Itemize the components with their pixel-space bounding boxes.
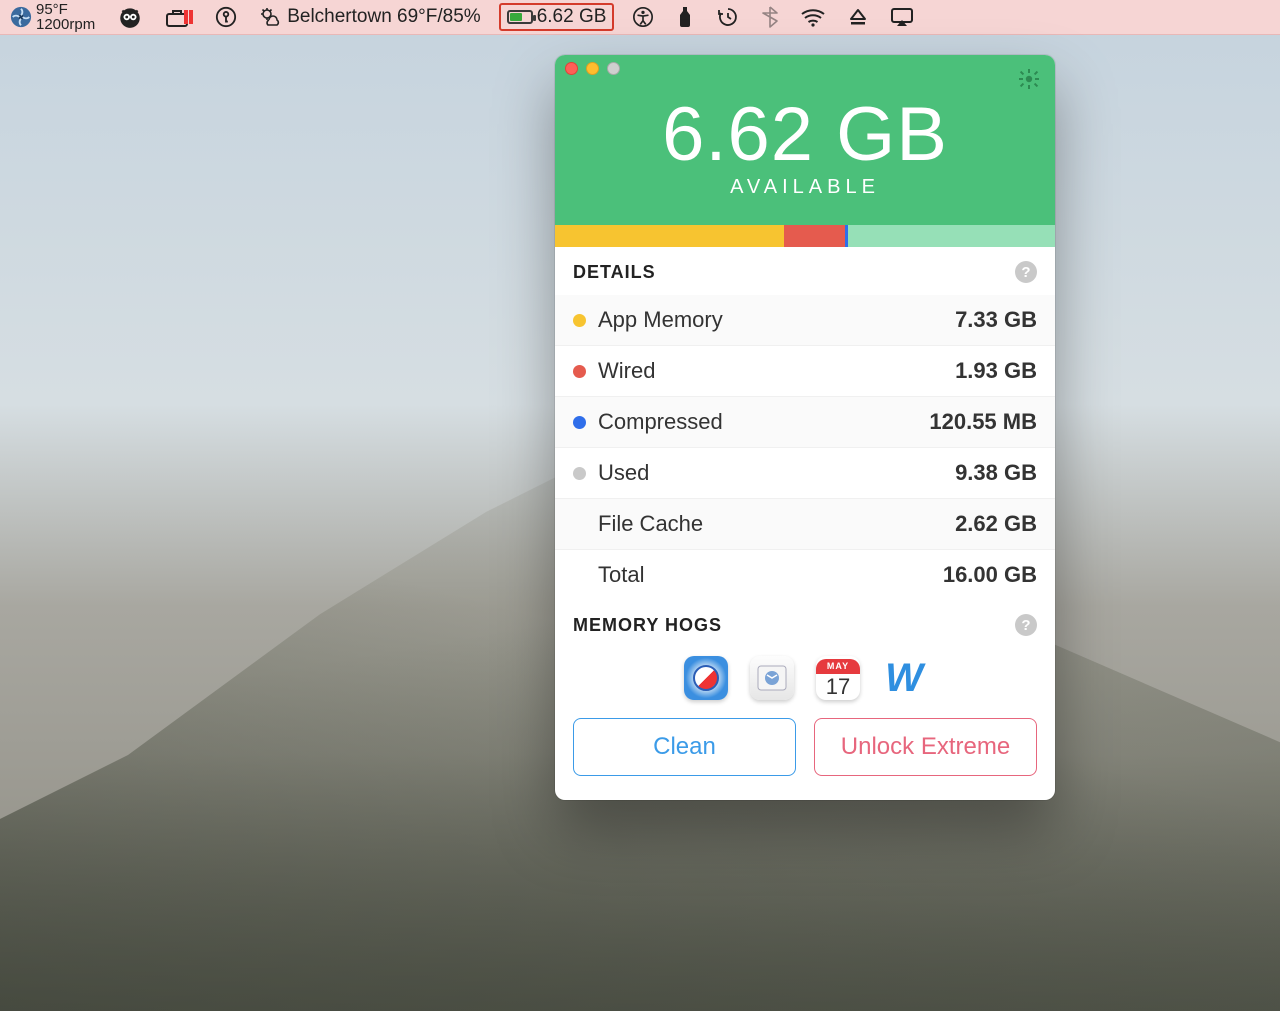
traffic-light-minimize[interactable] [586, 62, 599, 75]
dot-compressed [573, 416, 586, 429]
accessibility-menu-icon[interactable] [628, 0, 658, 34]
row-compressed: Compressed 120.55 MB [555, 396, 1055, 447]
airplay-icon [890, 7, 914, 27]
row-wired: Wired 1.93 GB [555, 345, 1055, 396]
clean-button[interactable]: Clean [573, 718, 796, 776]
traffic-light-close[interactable] [565, 62, 578, 75]
airplay-menu-icon[interactable] [886, 0, 918, 34]
gear-icon [1017, 67, 1041, 91]
calendar-month: MAY [816, 659, 860, 674]
battery-icon [507, 10, 533, 24]
sun-cloud-icon [259, 6, 283, 28]
clock-back-icon [716, 5, 740, 29]
cpu-temp: 95°F [36, 2, 95, 17]
memory-hogs-list: MAY 17 W [555, 648, 1055, 718]
hogs-section-header: MEMORY HOGS ? [555, 600, 1055, 648]
hog-app-w[interactable]: W [882, 656, 926, 700]
onepassword-menu-icon[interactable] [211, 0, 241, 34]
details-section-header: DETAILS ? [555, 247, 1055, 295]
hog-app-calendar[interactable]: MAY 17 [816, 656, 860, 700]
key-circle-icon [215, 6, 237, 28]
accessibility-icon [632, 6, 654, 28]
toolbox-icon [165, 6, 193, 28]
hogs-heading: MEMORY HOGS [573, 615, 722, 636]
memory-available-text: 6.62 GB [537, 6, 607, 28]
toolbox-menu-icon[interactable] [161, 0, 197, 34]
window-titlebar[interactable] [555, 55, 1055, 81]
dot-used [573, 467, 586, 480]
bar-seg-wired [784, 225, 845, 247]
dot-wired [573, 365, 586, 378]
weather-menu[interactable]: Belchertown 69°F/85% [255, 0, 484, 34]
macos-menubar: 95°F 1200rpm Belchertown 69°F/85% 6.62 G… [0, 0, 1280, 35]
wifi-icon [800, 7, 826, 27]
weather-text: Belchertown 69°F/85% [287, 6, 480, 28]
traffic-light-zoom[interactable] [607, 62, 620, 75]
dot-app-memory [573, 314, 586, 327]
row-app-memory: App Memory 7.33 GB [555, 295, 1055, 345]
fan-status-menu[interactable]: 95°F 1200rpm [6, 0, 99, 34]
bar-seg-app-memory [555, 225, 784, 247]
available-memory-label: AVAILABLE [555, 176, 1055, 199]
bluetooth-menu-icon[interactable] [758, 0, 782, 34]
fan-rpm: 1200rpm [36, 17, 95, 32]
calendar-day: 17 [826, 674, 850, 698]
eject-menu-icon[interactable] [844, 0, 872, 34]
mail-stamp-icon [754, 660, 790, 696]
available-memory-value: 6.62 GB [555, 91, 1055, 178]
glue-menu-icon[interactable] [672, 0, 698, 34]
row-used: Used 9.38 GB [555, 447, 1055, 498]
eject-icon [848, 7, 868, 27]
details-help-button[interactable]: ? [1015, 261, 1037, 283]
action-buttons: Clean Unlock Extreme [555, 718, 1055, 800]
memory-usage-bar [555, 225, 1055, 247]
hog-app-safari[interactable] [684, 656, 728, 700]
bar-seg-free [848, 225, 1055, 247]
owl-menu-icon[interactable] [113, 0, 147, 34]
bottle-icon [676, 5, 694, 29]
details-heading: DETAILS [573, 262, 656, 283]
owl-icon [117, 4, 143, 30]
memory-clean-menubar-item[interactable]: 6.62 GB [499, 3, 615, 31]
row-file-cache: File Cache 2.62 GB [555, 498, 1055, 549]
header-panel: 6.62 GB AVAILABLE [555, 81, 1055, 225]
hogs-help-button[interactable]: ? [1015, 614, 1037, 636]
hog-app-mail[interactable] [750, 656, 794, 700]
memory-clean-window: 6.62 GB AVAILABLE DETAILS ? App Memory 7… [555, 55, 1055, 800]
settings-button[interactable] [1017, 67, 1041, 97]
timemachine-menu-icon[interactable] [712, 0, 744, 34]
wifi-menu-icon[interactable] [796, 0, 830, 34]
row-total: Total 16.00 GB [555, 549, 1055, 600]
fan-icon [10, 6, 32, 28]
unlock-extreme-button[interactable]: Unlock Extreme [814, 718, 1037, 776]
bluetooth-icon [762, 5, 778, 29]
